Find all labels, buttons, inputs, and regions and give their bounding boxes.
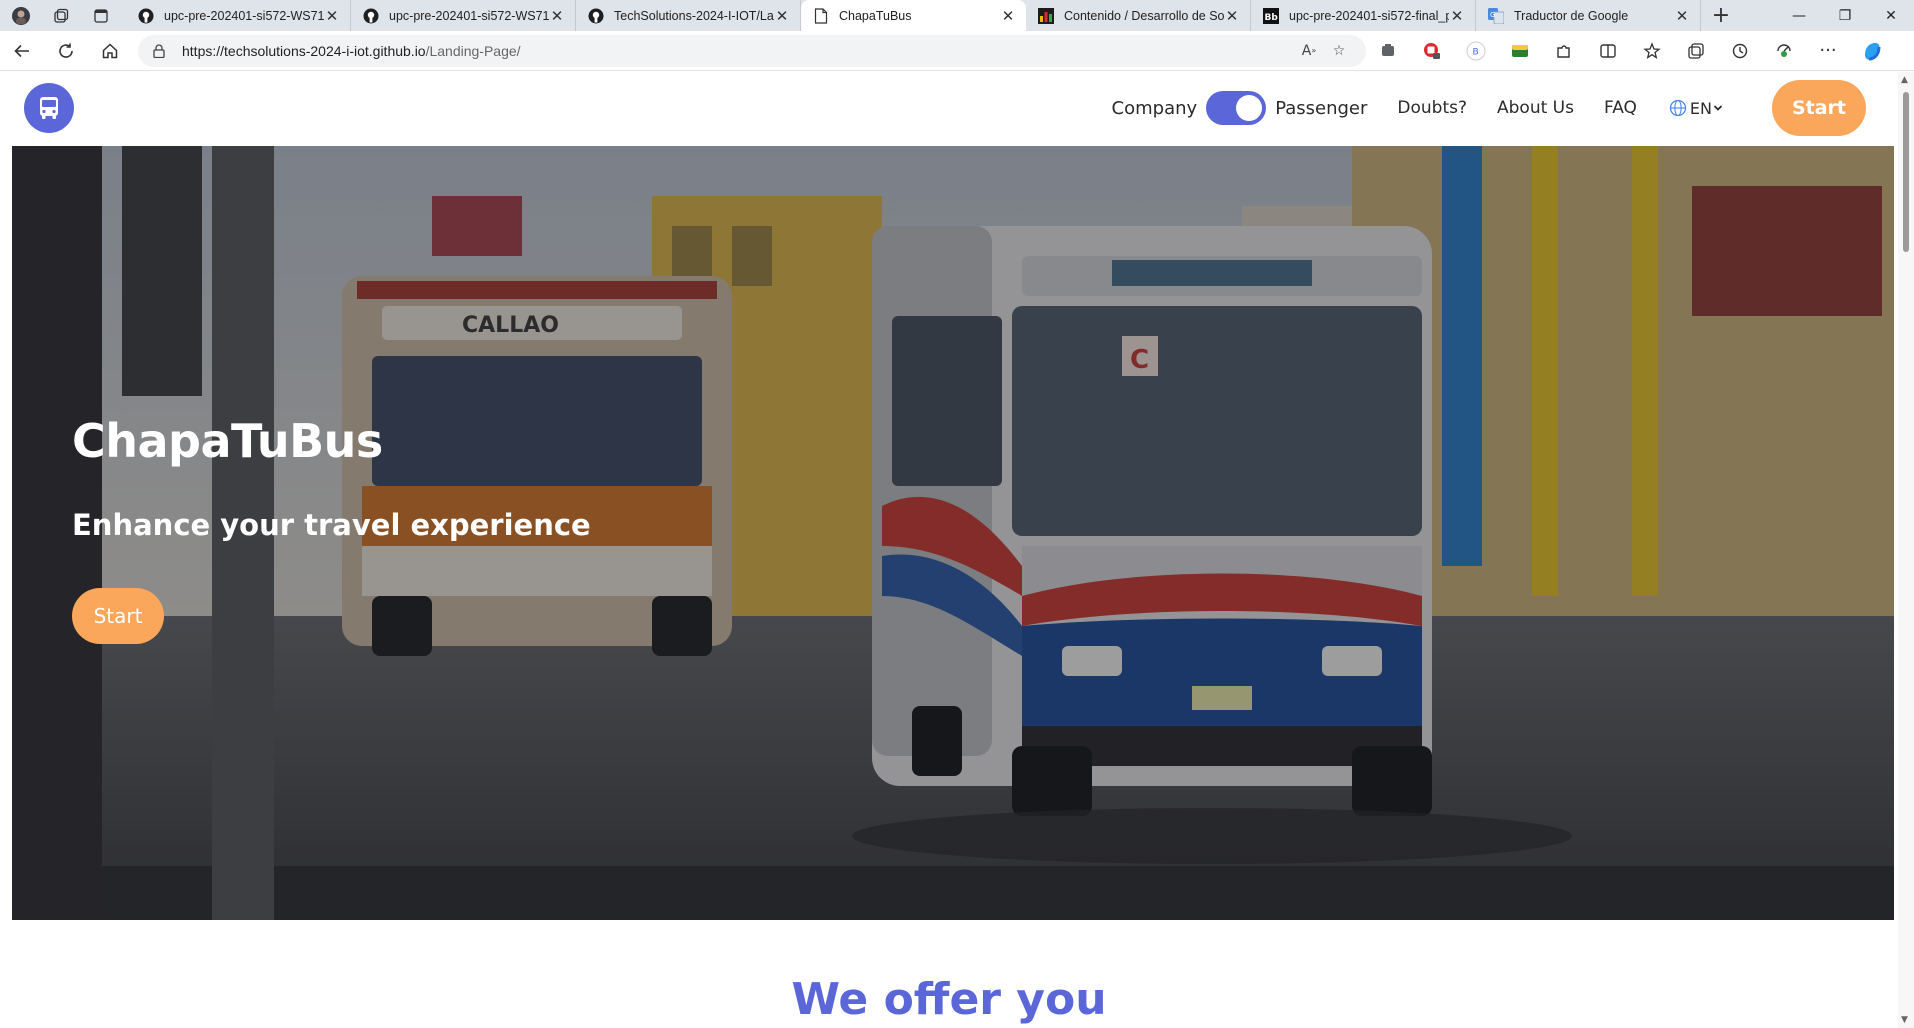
main-nav: Company Passenger Doubts? About Us FAQ E…	[1112, 80, 1866, 136]
hero-subtitle: Enhance your travel experience	[72, 508, 591, 542]
tab-title: Contenido / Desarrollo de Sol	[1064, 8, 1224, 23]
lock-icon[interactable]	[150, 42, 168, 60]
favorites-icon[interactable]	[1630, 31, 1674, 71]
workspaces-icon[interactable]	[50, 5, 72, 27]
close-window-button[interactable]: ✕	[1868, 0, 1914, 31]
new-tab-button[interactable]: +	[1701, 0, 1741, 31]
bing-extension-icon[interactable]: B	[1454, 31, 1498, 71]
url-path: /Landing-Page/	[425, 42, 521, 59]
split-screen-icon[interactable]	[1586, 31, 1630, 71]
browser-tab-active[interactable]: ChapaTuBus ✕	[801, 0, 1026, 31]
role-toggle-switch[interactable]	[1206, 91, 1267, 125]
close-tab-icon[interactable]: ✕	[1224, 7, 1240, 25]
site-header: Company Passenger Doubts? About Us FAQ E…	[0, 72, 1898, 146]
header-start-button[interactable]: Start	[1772, 80, 1866, 136]
role-passenger-label: Passenger	[1275, 97, 1368, 119]
url-text: https://techsolutions-2024-i-iot.github.…	[182, 43, 1294, 59]
home-button[interactable]	[88, 31, 132, 71]
page-viewport: Company Passenger Doubts? About Us FAQ E…	[0, 72, 1898, 1028]
svg-text:Bb: Bb	[1265, 13, 1279, 23]
close-tab-icon[interactable]: ✕	[1000, 7, 1016, 25]
scroll-up-arrow-icon[interactable]: ▲	[1901, 75, 1908, 85]
browser-tab[interactable]: upc-pre-202401-si572-WS71- ✕	[351, 0, 576, 31]
svg-text:G: G	[1490, 11, 1495, 19]
puzzle-extensions-icon[interactable]	[1542, 31, 1586, 71]
address-bar[interactable]: https://techsolutions-2024-i-iot.github.…	[138, 34, 1366, 67]
role-company-label: Company	[1111, 97, 1198, 119]
nav-link-faq[interactable]: FAQ	[1604, 98, 1637, 118]
tab-title: upc-pre-202401-si572-WS71-	[164, 8, 324, 23]
minimize-button[interactable]: —	[1776, 0, 1822, 31]
github-icon	[138, 8, 154, 24]
tab-title: ChapaTuBus	[839, 8, 912, 23]
read-aloud-icon[interactable]: A»	[1294, 43, 1324, 59]
browser-tab[interactable]: Bb upc-pre-202401-si572-final_p ✕	[1251, 0, 1476, 31]
favorite-star-icon[interactable]: ☆	[1324, 43, 1354, 59]
tab-title: Traductor de Google	[1514, 8, 1629, 23]
close-tab-icon[interactable]: ✕	[1449, 7, 1465, 25]
github-icon	[363, 8, 379, 24]
tab-actions-icon[interactable]	[90, 5, 112, 27]
browser-tab[interactable]: TechSolutions-2024-I-IOT/Lan ✕	[576, 0, 801, 31]
history-icon[interactable]	[1718, 31, 1762, 71]
browser-tab[interactable]: G Traductor de Google ✕	[1476, 0, 1701, 31]
language-code: EN	[1689, 98, 1712, 118]
scroll-down-arrow-icon[interactable]: ▼	[1901, 1015, 1908, 1025]
globe-icon	[1669, 99, 1687, 117]
hero-banner: CALLAO C ChapaTuBus Enhance your travel …	[12, 146, 1894, 920]
close-tab-icon[interactable]: ✕	[774, 7, 790, 25]
restore-button[interactable]: ❐	[1822, 0, 1868, 31]
translate-icon: G	[1488, 7, 1504, 24]
profile-avatar-icon[interactable]	[10, 5, 32, 27]
blackboard-icon: Bb	[1263, 7, 1279, 24]
hero-title: ChapaTuBus	[72, 414, 383, 468]
github-icon	[588, 8, 604, 24]
hero-start-button[interactable]: Start	[72, 588, 164, 644]
performance-icon[interactable]	[1762, 31, 1806, 71]
chapatubus-logo[interactable]	[24, 83, 74, 133]
language-selector[interactable]: EN	[1669, 99, 1724, 118]
browser-tab[interactable]: upc-pre-202401-si572-WS71- ✕	[126, 0, 351, 31]
collections-icon[interactable]	[1674, 31, 1718, 71]
browser-tab-bar: upc-pre-202401-si572-WS71- ✕ upc-pre-202…	[0, 0, 1914, 31]
adblock-icon[interactable]	[1410, 31, 1454, 71]
scrollbar-thumb[interactable]	[1903, 92, 1909, 252]
close-tab-icon[interactable]: ✕	[324, 7, 340, 25]
refresh-button[interactable]	[44, 31, 88, 71]
we-offer-heading: We offer you	[791, 974, 1107, 1025]
page-icon	[813, 7, 829, 24]
tab-title: upc-pre-202401-si572-WS71-	[389, 8, 549, 23]
browser-tab[interactable]: Contenido / Desarrollo de Sol ✕	[1026, 0, 1251, 31]
more-options-icon[interactable]: ···	[1806, 31, 1850, 71]
toggle-knob	[1236, 95, 1263, 121]
bus-icon	[40, 97, 58, 119]
tab-title: upc-pre-202401-si572-final_p	[1289, 8, 1449, 23]
chevron-down-icon	[1713, 105, 1723, 111]
tab-title: TechSolutions-2024-I-IOT/Lan	[614, 8, 774, 23]
close-tab-icon[interactable]: ✕	[1674, 7, 1690, 25]
browser-toolbar: https://techsolutions-2024-i-iot.github.…	[0, 31, 1914, 71]
back-button[interactable]	[0, 31, 44, 71]
nav-link-about-us[interactable]: About Us	[1497, 98, 1574, 118]
page-scrollbar[interactable]: ▲ ▼	[1898, 72, 1914, 1028]
copilot-icon[interactable]	[1850, 31, 1894, 71]
close-tab-icon[interactable]: ✕	[549, 7, 565, 25]
chart-icon	[1038, 7, 1054, 24]
terminal-extension-icon[interactable]	[1498, 31, 1542, 71]
svg-text:B: B	[1473, 47, 1479, 57]
nav-link-doubts[interactable]: Doubts?	[1397, 98, 1467, 118]
extension-icon[interactable]	[1366, 31, 1410, 71]
url-host: https://techsolutions-2024-i-iot.github.…	[182, 42, 426, 59]
